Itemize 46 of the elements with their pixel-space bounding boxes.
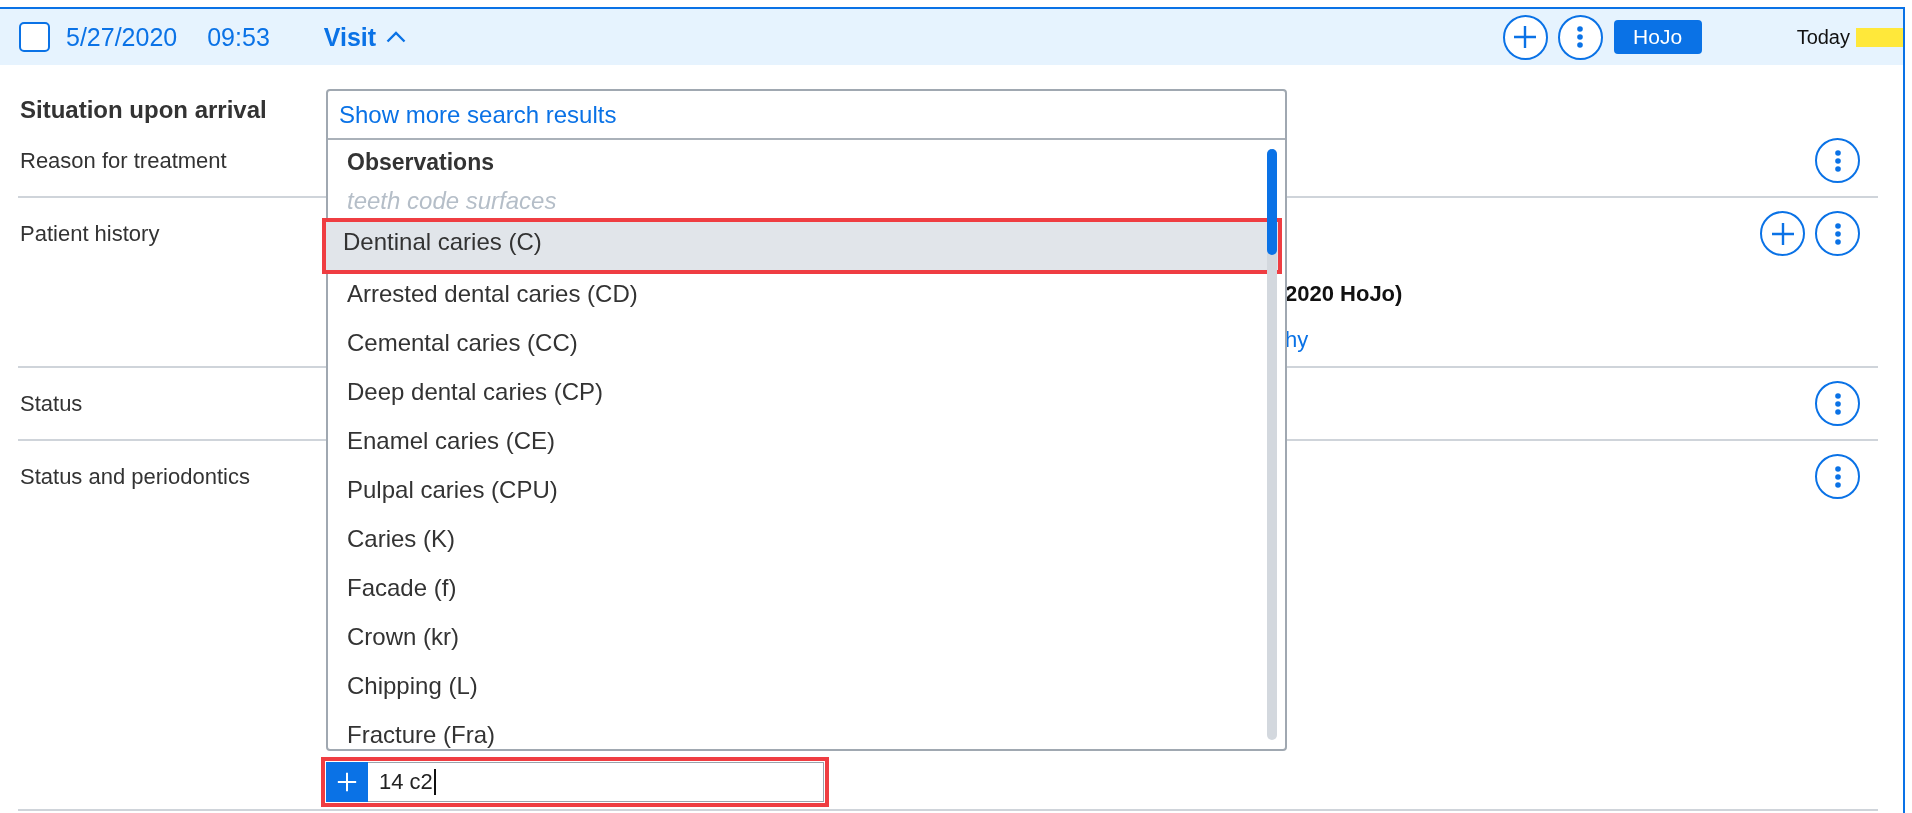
- more-icon: [1834, 149, 1841, 172]
- plus-icon: [1770, 221, 1795, 246]
- more-options-button[interactable]: [1557, 14, 1603, 60]
- scrollbar-thumb[interactable]: [1267, 149, 1277, 255]
- entry-text: 2020 HoJo): [1285, 281, 1403, 307]
- group-heading: Observations: [347, 148, 494, 176]
- row-label: Status: [20, 390, 83, 418]
- more-icon: [1834, 392, 1841, 415]
- author-badge: HoJo: [1613, 20, 1702, 54]
- show-more-link[interactable]: Show more search results: [339, 100, 617, 129]
- more-options-button[interactable]: [1815, 454, 1860, 499]
- suggestion-item[interactable]: Crown (kr): [328, 613, 1262, 662]
- suggestion-item[interactable]: Chipping (L): [328, 662, 1262, 711]
- input-field[interactable]: 14 c2: [368, 762, 824, 802]
- suggestion-item[interactable]: Deep dental caries (CP): [328, 368, 1262, 417]
- timeline-marker: [1856, 27, 1903, 47]
- suggestion-item[interactable]: Pulpal caries (CPU): [328, 466, 1262, 515]
- visit-toggle[interactable]: Visit: [323, 22, 407, 52]
- scrollbar-track[interactable]: [1267, 149, 1277, 740]
- add-button[interactable]: [1760, 211, 1805, 256]
- suggestion-item[interactable]: Facade (f): [328, 564, 1262, 613]
- visit-time: 09:53: [207, 22, 270, 52]
- day-label: Today: [1796, 25, 1850, 49]
- suggestion-item[interactable]: Dentinal caries (C): [322, 218, 1282, 274]
- visit-date: 5/27/2020: [66, 22, 178, 52]
- row-label: Patient history: [20, 220, 160, 248]
- row-label: Status and periodontics: [20, 463, 250, 491]
- add-button[interactable]: [326, 762, 368, 802]
- add-button[interactable]: [1502, 14, 1548, 60]
- suggestion-item[interactable]: Enamel caries (CE): [328, 417, 1262, 466]
- more-icon: [1577, 26, 1584, 48]
- suggestion-item[interactable]: Cemental caries (CC): [328, 319, 1262, 368]
- group-hint: teeth code surfaces: [347, 187, 557, 215]
- entry-link[interactable]: hy: [1285, 327, 1309, 353]
- more-options-button[interactable]: [1815, 138, 1860, 183]
- more-options-button[interactable]: [1815, 211, 1860, 256]
- checkbox[interactable]: [19, 22, 50, 52]
- more-options-button[interactable]: [1815, 381, 1860, 426]
- suggestion-item[interactable]: Caries (K): [328, 515, 1262, 564]
- row-label: Reason for treatment: [20, 147, 227, 175]
- more-icon: [1834, 465, 1841, 488]
- plus-icon: [337, 772, 357, 792]
- plus-icon: [1513, 25, 1538, 49]
- section-heading: Situation upon arrival: [20, 95, 267, 125]
- more-icon: [1834, 222, 1841, 245]
- suggestion-item[interactable]: Fracture (Fra): [328, 711, 1262, 749]
